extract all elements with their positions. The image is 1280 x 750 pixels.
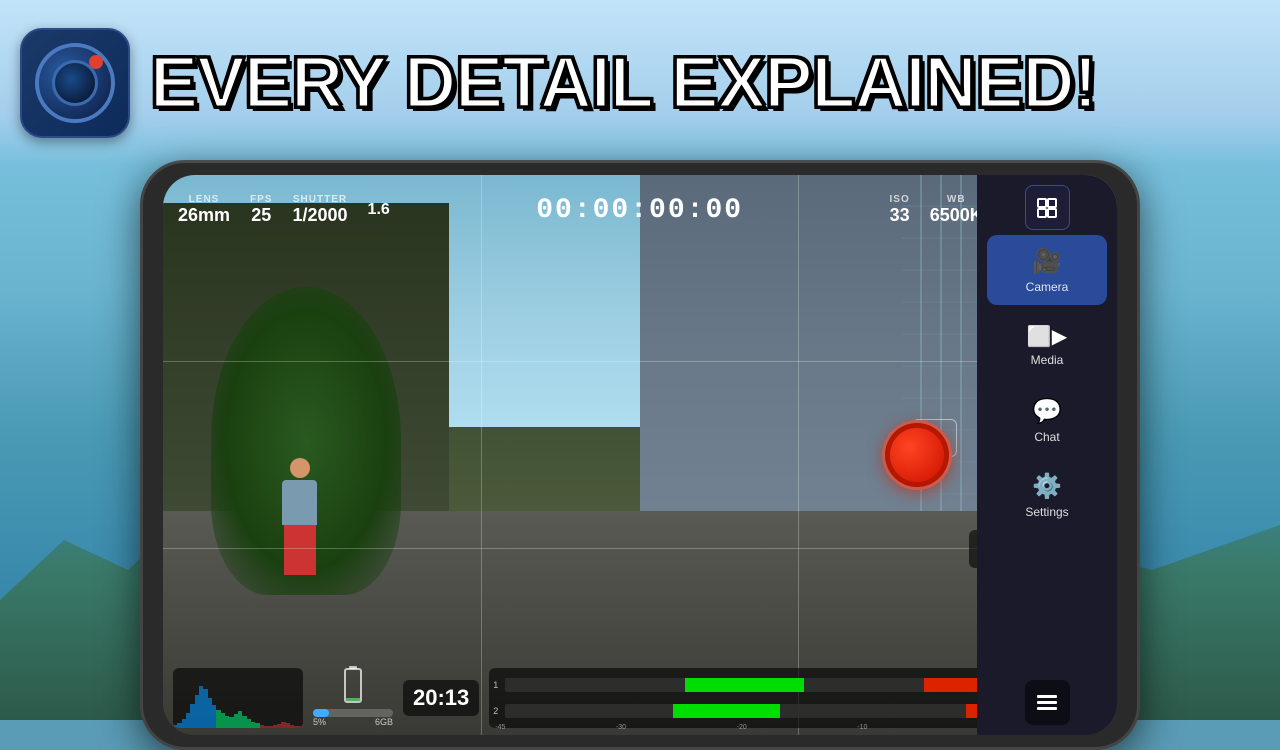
phone-screen: LENS 26mm FPS 25 SHUTTER 1/2000 1.6 00:0…: [163, 175, 1117, 735]
viewfinder: LENS 26mm FPS 25 SHUTTER 1/2000 1.6 00:0…: [163, 175, 1117, 735]
settings-nav-label: Settings: [1025, 505, 1068, 519]
top-banner: EVERY DETAIL EXPLAINED!: [0, 0, 1280, 165]
fullscreen-btn[interactable]: [1025, 185, 1070, 230]
phone-device: LENS 26mm FPS 25 SHUTTER 1/2000 1.6 00:0…: [140, 160, 1140, 750]
nav-item-settings[interactable]: ⚙️ Settings: [987, 460, 1107, 530]
nav-item-media[interactable]: ⬜▶ Media: [987, 310, 1107, 380]
camera-icon: 🎥: [1032, 247, 1062, 276]
street-scene: [163, 175, 1117, 735]
person-head: [290, 458, 310, 478]
record-button[interactable]: [882, 420, 952, 490]
chat-icon: 💬: [1032, 397, 1062, 426]
camera-nav-label: Camera: [1026, 280, 1069, 294]
settings-icon: ⚙️: [1032, 472, 1062, 501]
nav-item-chat[interactable]: 💬 Chat: [987, 385, 1107, 455]
app-icon: [20, 28, 130, 138]
page-title: EVERY DETAIL EXPLAINED!: [150, 47, 1097, 119]
person-body-bottom: [284, 525, 316, 575]
chat-nav-label: Chat: [1034, 430, 1059, 444]
right-nav: 🎥 Camera ⬜▶ Media 💬 Chat ⚙️ Settings: [977, 175, 1117, 735]
nav-item-camera[interactable]: 🎥 Camera: [987, 235, 1107, 305]
person-body-top: [282, 480, 317, 525]
app-icon-dot: [89, 55, 103, 69]
person-figure: [277, 458, 322, 578]
grid-view-btn[interactable]: [1025, 680, 1070, 725]
media-nav-label: Media: [1031, 353, 1064, 367]
app-icon-inner: [35, 43, 115, 123]
grid-list-icon: [1035, 691, 1059, 715]
media-icon: ⬜▶: [1027, 324, 1067, 349]
fullscreen-icon: [1035, 196, 1059, 220]
